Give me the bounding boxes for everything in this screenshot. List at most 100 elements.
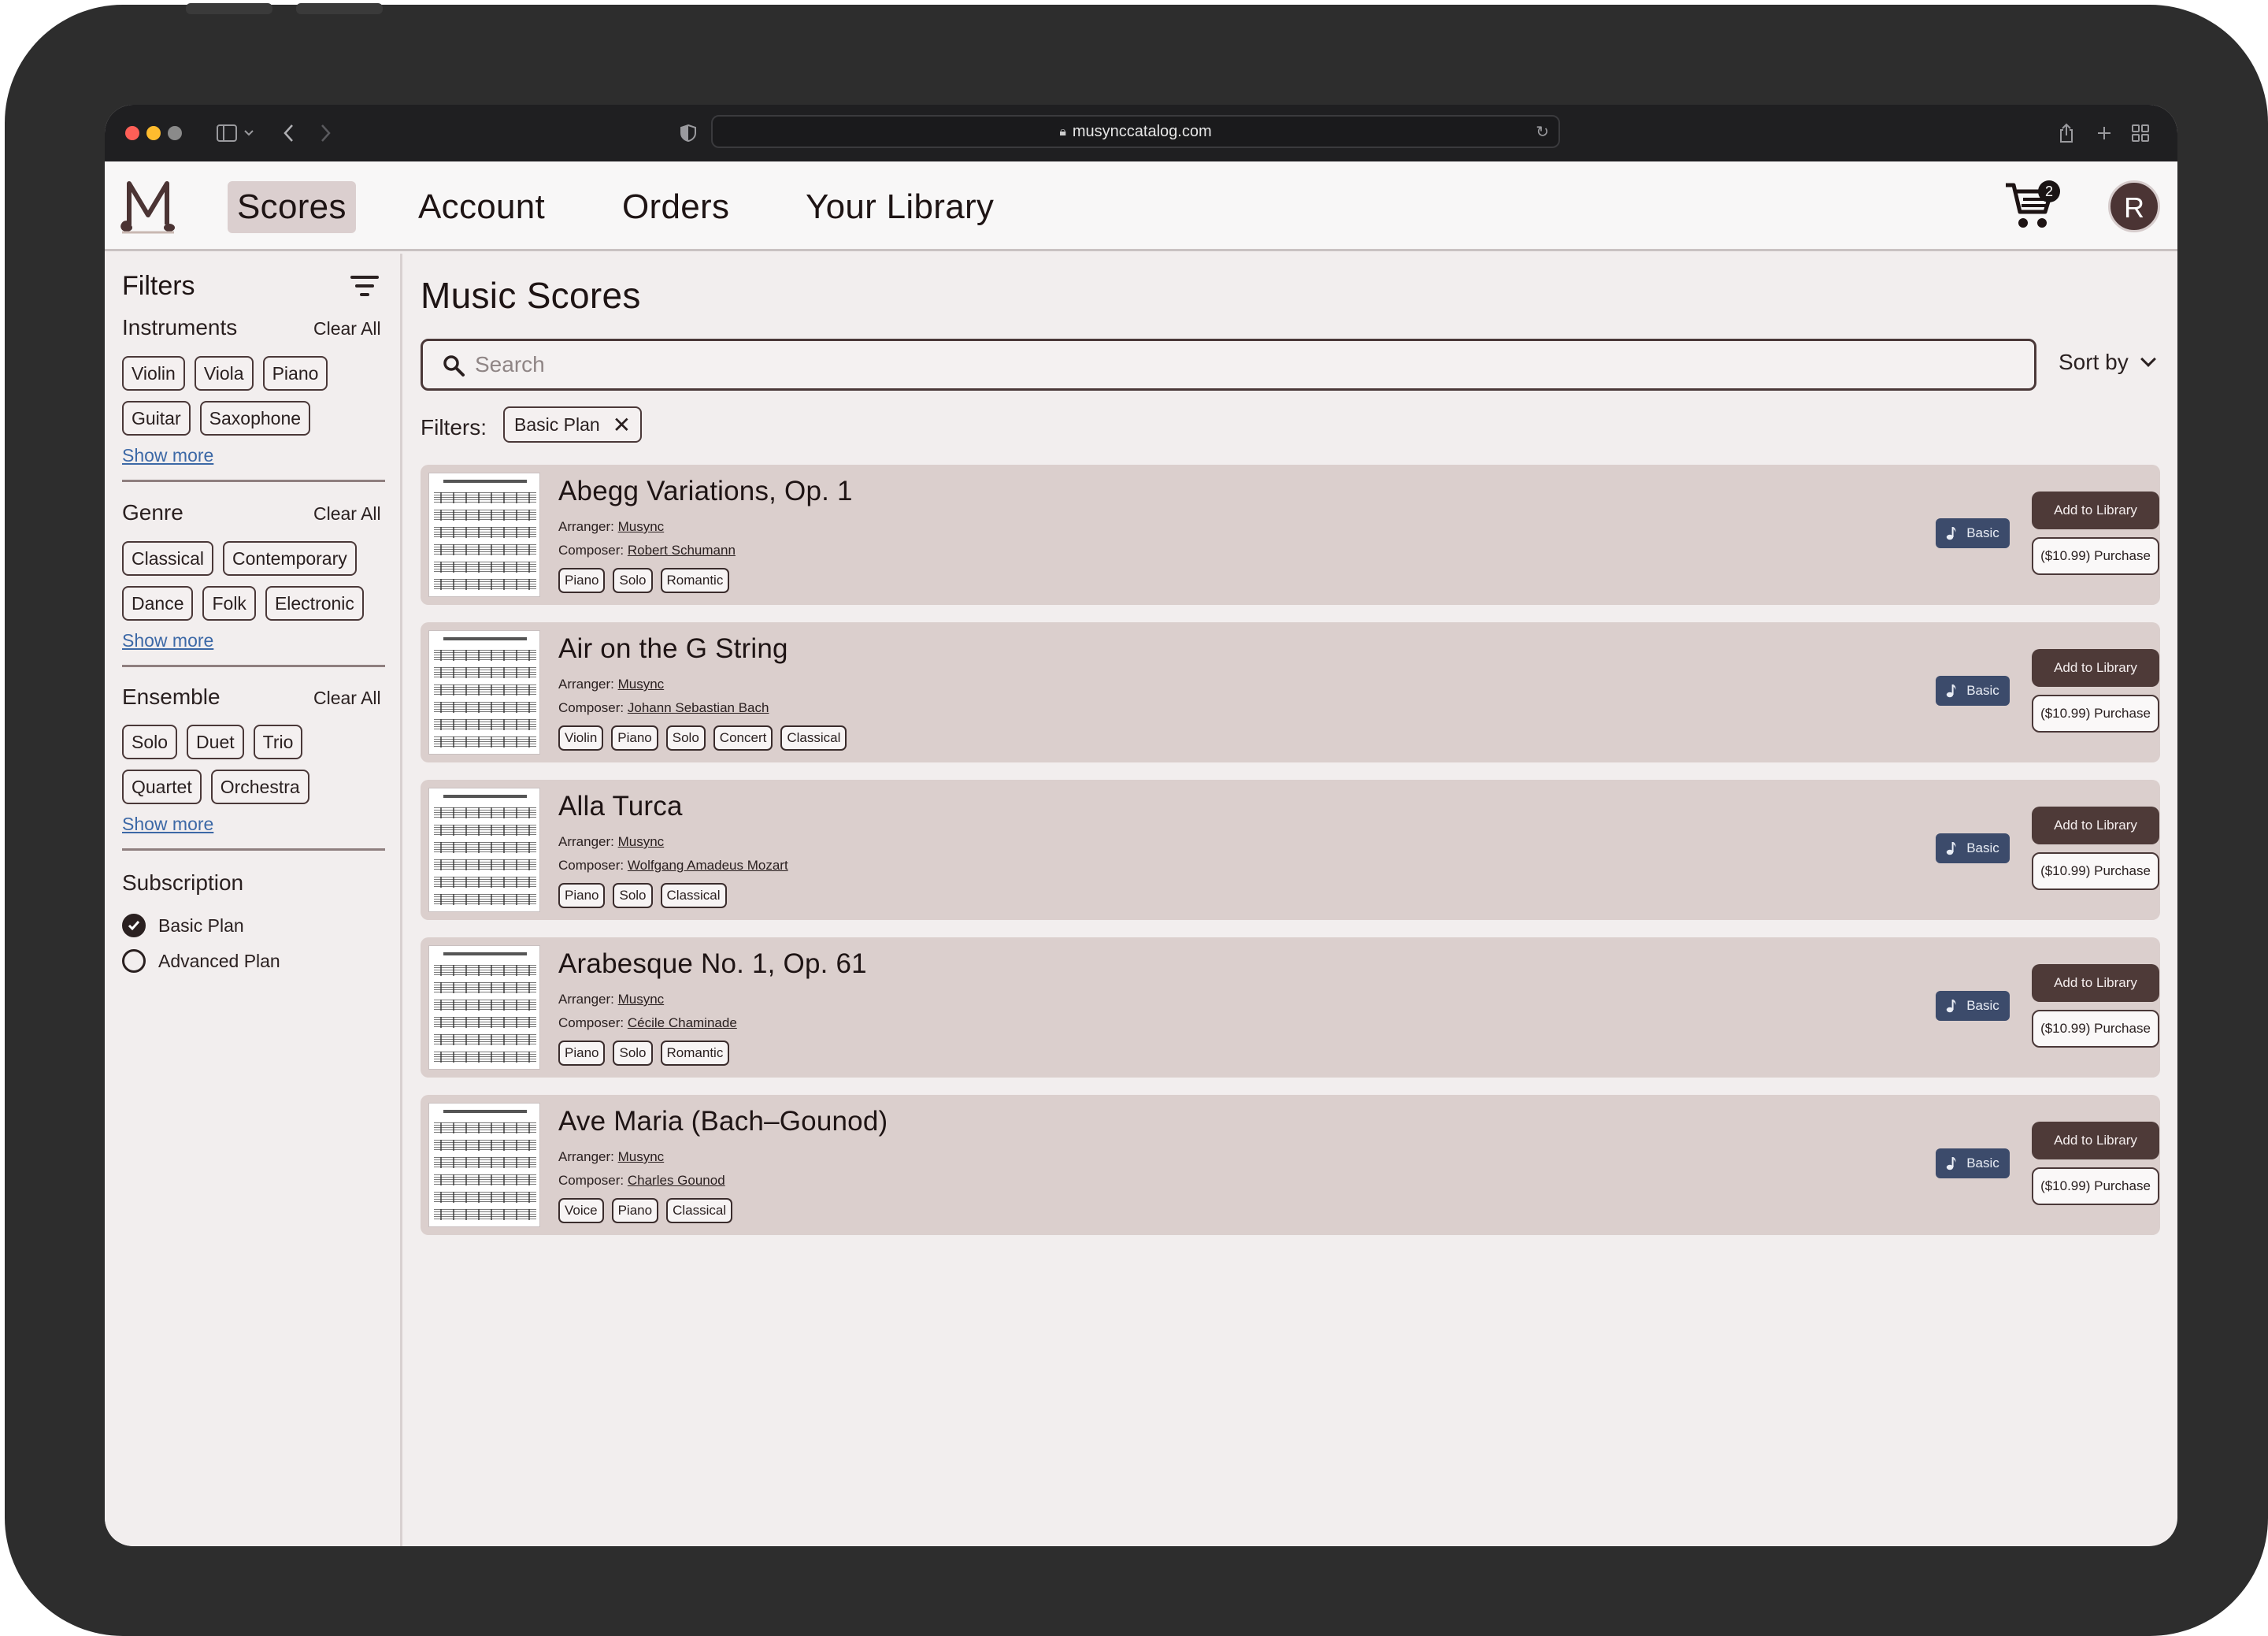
purchase-button[interactable]: ($10.99) Purchase [2032,1167,2159,1205]
score-tag[interactable]: Piano [558,1041,606,1066]
add-to-library-button[interactable]: Add to Library [2032,1122,2159,1159]
score-tag[interactable]: Voice [558,1198,604,1223]
search-input[interactable] [475,347,1971,382]
ensemble-clear-all[interactable]: Clear All [313,688,381,709]
search-box[interactable] [421,339,2036,391]
back-icon[interactable] [276,119,300,147]
nav-account[interactable]: Account [409,181,554,233]
ensemble-chip[interactable]: Orchestra [210,770,309,804]
score-tag[interactable]: Classical [660,883,727,908]
radio-unchecked-icon[interactable] [122,949,146,973]
score-tag[interactable]: Piano [611,725,658,751]
ensemble-chip[interactable]: Trio [253,725,303,759]
score-tag[interactable]: Solo [613,568,653,593]
score-tag[interactable]: Romantic [660,1041,730,1066]
address-bar[interactable]: 🔒︎ musynccatalog.com ↻ [711,115,1560,148]
genre-chip[interactable]: Classical [122,541,214,576]
arranger-link[interactable]: Musync [618,992,665,1007]
subscription-option[interactable]: Advanced Plan [122,949,280,973]
cart-button[interactable]: 2 [2003,179,2066,234]
purchase-button[interactable]: ($10.99) Purchase [2032,537,2159,575]
genre-chip[interactable]: Electronic [265,586,364,621]
ensemble-chip[interactable]: Quartet [122,770,202,804]
score-card[interactable]: Air on the G String Arranger: Musync Compo… [421,622,2160,762]
score-tag[interactable]: Romantic [660,568,730,593]
instruments-chip[interactable]: Piano [262,356,328,391]
score-thumbnail[interactable] [428,473,540,597]
user-avatar[interactable]: R [2108,180,2160,232]
add-to-library-button[interactable]: Add to Library [2032,964,2159,1002]
score-title[interactable]: Arabesque No. 1, Op. 61 [558,948,867,980]
filter-list-icon[interactable] [350,276,379,299]
score-title[interactable]: Air on the G String [558,633,788,665]
score-tag[interactable]: Solo [613,1041,653,1066]
genre-show-more-link[interactable]: Show more [122,630,213,651]
sidebar-toggle-icon[interactable] [212,119,259,147]
score-title[interactable]: Abegg Variations, Op. 1 [558,476,853,507]
ensemble-show-more-link[interactable]: Show more [122,814,213,835]
arranger-link[interactable]: Musync [618,1149,665,1164]
genre-chip[interactable]: Dance [122,586,194,621]
reload-icon[interactable]: ↻ [1536,122,1549,141]
score-tag[interactable]: Piano [558,883,606,908]
ensemble-chip[interactable]: Duet [187,725,244,759]
instruments-chip[interactable]: Saxophone [199,401,311,436]
sort-by-dropdown[interactable]: Sort by [2059,350,2156,375]
subscription-option[interactable]: Basic Plan [122,914,244,937]
ensemble-chip[interactable]: Solo [122,725,178,759]
purchase-button[interactable]: ($10.99) Purchase [2032,852,2159,890]
purchase-button[interactable]: ($10.99) Purchase [2032,695,2159,733]
purchase-button[interactable]: ($10.99) Purchase [2032,1010,2159,1048]
add-to-library-button[interactable]: Add to Library [2032,649,2159,687]
share-icon[interactable] [2055,119,2078,147]
score-thumbnail[interactable] [428,1103,540,1227]
instruments-chip[interactable]: Guitar [122,401,191,436]
close-window-button[interactable] [125,126,139,140]
instruments-clear-all[interactable]: Clear All [313,318,381,339]
instruments-chip[interactable]: Violin [122,356,185,391]
score-tag[interactable]: Solo [613,883,653,908]
composer-link[interactable]: Charles Gounod [628,1173,725,1188]
score-tag[interactable]: Piano [558,568,606,593]
score-thumbnail[interactable] [428,945,540,1070]
active-filter-chip[interactable]: Basic Plan ✕ [503,406,643,443]
forward-icon[interactable] [314,119,338,147]
score-tag[interactable]: Classical [666,1198,733,1223]
new-tab-icon[interactable] [2092,119,2116,147]
genre-chip[interactable]: Folk [202,586,256,621]
privacy-shield-icon[interactable] [676,119,700,147]
genre-chip[interactable]: Contemporary [223,541,357,576]
nav-your-library[interactable]: Your Library [796,181,1003,233]
genre-clear-all[interactable]: Clear All [313,503,381,525]
score-card[interactable]: Abegg Variations, Op. 1 Arranger: Musync C… [421,465,2160,605]
close-icon[interactable]: ✕ [613,412,631,438]
score-card[interactable]: Arabesque No. 1, Op. 61 Arranger: Musync C… [421,937,2160,1078]
musync-logo[interactable] [120,176,176,234]
minimize-window-button[interactable] [146,126,161,140]
arranger-link[interactable]: Musync [618,677,665,692]
composer-link[interactable]: Wolfgang Amadeus Mozart [628,858,788,873]
composer-link[interactable]: Johann Sebastian Bach [628,700,769,715]
radio-checked-icon[interactable] [122,914,146,937]
score-title[interactable]: Alla Turca [558,791,683,822]
instruments-show-more-link[interactable]: Show more [122,445,213,466]
score-tag[interactable]: Piano [611,1198,659,1223]
score-title[interactable]: Ave Maria (Bach–Gounod) [558,1106,888,1137]
add-to-library-button[interactable]: Add to Library [2032,492,2159,529]
instruments-chip[interactable]: Viola [194,356,254,391]
score-tag[interactable]: Violin [558,725,604,751]
score-thumbnail[interactable] [428,630,540,755]
score-tag[interactable]: Solo [665,725,706,751]
tab-overview-icon[interactable] [2129,119,2152,147]
score-tag[interactable]: Classical [780,725,847,751]
zoom-window-button[interactable] [168,126,182,140]
score-card[interactable]: Alla Turca Arranger: Musync Composer: Wolf… [421,780,2160,920]
arranger-link[interactable]: Musync [618,834,665,849]
nav-scores[interactable]: Scores [228,181,356,233]
score-card[interactable]: Ave Maria (Bach–Gounod) Arranger: Musync C… [421,1095,2160,1235]
nav-orders[interactable]: Orders [613,181,739,233]
arranger-link[interactable]: Musync [618,519,665,534]
score-thumbnail[interactable] [428,788,540,912]
add-to-library-button[interactable]: Add to Library [2032,807,2159,844]
score-tag[interactable]: Concert [713,725,773,751]
